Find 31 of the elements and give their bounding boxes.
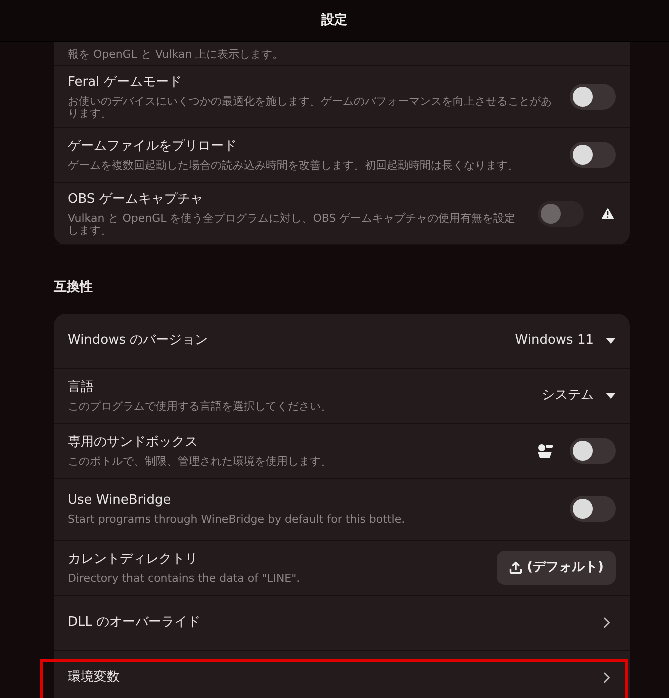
setting-description: 報を OpenGL と Vulkan 上に表示します。 (68, 49, 284, 61)
toggle-switch[interactable] (570, 438, 616, 464)
setting-title: DLL のオーバーライド (68, 614, 202, 632)
setting-description: Vulkan と OpenGL を使う全プログラムに対し、OBS ゲームキャプチャの使用有無を設定します。 (68, 212, 517, 236)
setting-title: Feral ゲームモード (68, 74, 183, 92)
setting-title: Use WineBridge (68, 492, 172, 510)
section-heading: 互換性 (54, 279, 94, 297)
dropdown[interactable]: Windows 11 (515, 330, 616, 350)
setting-description: Start programs through WineBridge by default for this bottle. (68, 514, 406, 526)
toggle-switch[interactable] (570, 84, 616, 110)
setting-description: Directory that contains the data of "LINE". (68, 572, 302, 584)
window-title: 設定 (322, 12, 348, 30)
toggle-switch[interactable] (570, 142, 616, 168)
setting-description: お使いのデバイスにいくつかの最適化を施します。ゲームのパフォーマンスを向上させることがあります。 (68, 96, 553, 120)
setting-title: ゲームファイルをプリロード (68, 138, 238, 156)
setting-title: 環境変数 (68, 668, 121, 686)
setting-title: カレントディレクトリ (68, 550, 199, 568)
setting-description: ゲームを複数回起動した場合の読み込み時間を改善します。初回起動時間は長くなります。 (68, 160, 520, 172)
setting-title: OBS ゲームキャプチャ (68, 190, 204, 208)
setting-description: このボトルで、制限、管理された環境を使用します。 (68, 456, 333, 468)
setting-description: このプログラムで使用する言語を選択してください。 (68, 400, 333, 412)
setting-title: Windows のバージョン (68, 332, 210, 350)
dropdown-arrow-icon (606, 338, 616, 344)
setting-title: 専用のサンドボックス (68, 434, 199, 452)
upload-icon (509, 560, 524, 574)
folder-button[interactable]: (デフォルト) (497, 550, 616, 584)
tools-icon[interactable] (536, 442, 554, 458)
toggle-switch[interactable] (570, 496, 616, 522)
dropdown[interactable]: システム (542, 386, 616, 406)
dropdown-arrow-icon (606, 392, 616, 398)
setting-title: 言語 (68, 378, 95, 396)
